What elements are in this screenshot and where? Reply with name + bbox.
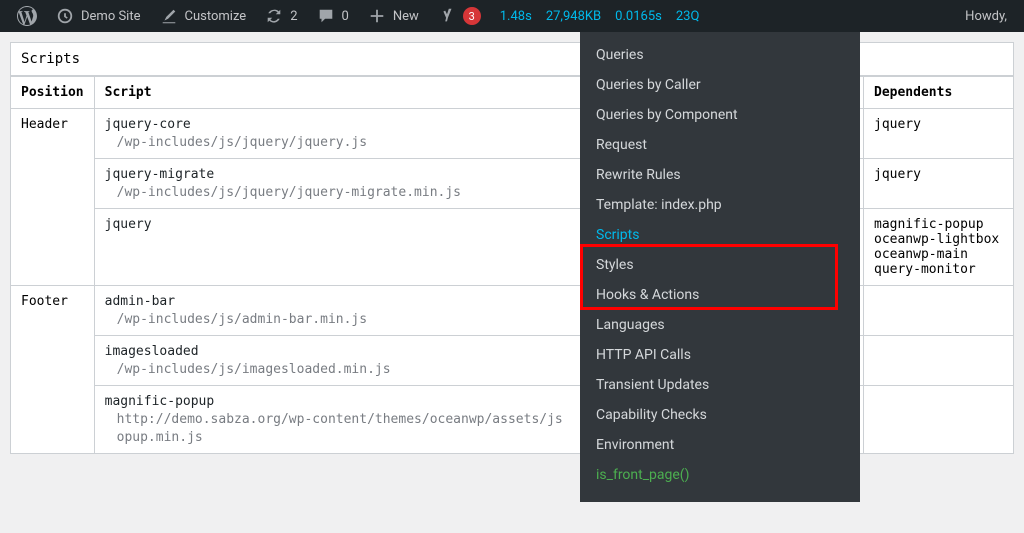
brush-icon [159, 6, 179, 26]
dependent-item: jquery [874, 167, 1003, 182]
query-monitor-dropdown: QueriesQueries by CallerQueries by Compo… [580, 32, 860, 502]
dependent-item: oceanwp-main [874, 247, 1003, 262]
dependent-item: query-monitor [874, 262, 1003, 277]
admin-bar-right: Howdy, [956, 0, 1016, 32]
script-name: imagesloaded [105, 344, 199, 359]
howdy-menu[interactable]: Howdy, [956, 0, 1016, 32]
col-position-header: Position [11, 77, 95, 109]
updates-count: 2 [290, 9, 297, 24]
dropdown-item-queries[interactable]: Queries [580, 40, 860, 70]
stat-time: 1.48s [500, 9, 532, 24]
howdy-label: Howdy, [965, 9, 1007, 24]
dependent-item: oceanwp-lightbox [874, 232, 1003, 247]
dependents-cell: jquery [864, 109, 1014, 159]
stat-queries: 23Q [676, 9, 700, 24]
dropdown-item-capability-checks[interactable]: Capability Checks [580, 400, 860, 430]
script-name: jquery-core [105, 117, 191, 132]
dropdown-item-transient-updates[interactable]: Transient Updates [580, 370, 860, 400]
table-row: magnific-popuphttp://demo.sabza.org/wp-c… [11, 386, 1014, 454]
new-content-menu[interactable]: New [358, 0, 428, 32]
dependents-cell [864, 286, 1014, 336]
dropdown-item-environment[interactable]: Environment [580, 430, 860, 460]
refresh-icon [264, 6, 284, 26]
position-cell: Footer [11, 286, 95, 454]
updates-link[interactable]: 2 [255, 0, 306, 32]
dropdown-item-queries-by-component[interactable]: Queries by Component [580, 100, 860, 130]
dashboard-icon [55, 6, 75, 26]
stat-db-time: 0.0165s [615, 9, 662, 24]
new-label: New [393, 9, 419, 24]
table-row: Footeradmin-bar/wp-includes/js/admin-bar… [11, 286, 1014, 336]
content-area: Scripts Position Script Dependents Heade… [0, 32, 1024, 464]
panel-title: Scripts [10, 42, 1014, 76]
comments-link[interactable]: 0 [307, 0, 358, 32]
dropdown-item-request[interactable]: Request [580, 130, 860, 160]
table-row: jquery-migrate/wp-includes/js/jquery/jqu… [11, 159, 1014, 209]
admin-bar: Demo Site Customize 2 0 New [0, 0, 1024, 32]
script-name: jquery-migrate [105, 167, 215, 182]
dependents-cell [864, 336, 1014, 386]
comment-icon [316, 6, 336, 26]
col-dependents-header: Dependents [864, 77, 1014, 109]
wordpress-menu[interactable] [8, 0, 46, 32]
dependents-cell: jquery [864, 159, 1014, 209]
script-name: admin-bar [105, 294, 175, 309]
dropdown-item-queries-by-caller[interactable]: Queries by Caller [580, 70, 860, 100]
script-name: jquery [105, 217, 152, 232]
dropdown-item-hooks-actions[interactable]: Hooks & Actions [580, 280, 860, 310]
query-monitor-stats[interactable]: 1.48s 27,948KB 0.0165s 23Q [490, 9, 710, 24]
dropdown-item-rewrite-rules[interactable]: Rewrite Rules [580, 160, 860, 190]
dropdown-item-template-index-php[interactable]: Template: index.php [580, 190, 860, 220]
script-name: magnific-popup [105, 394, 215, 409]
dropdown-item-styles[interactable]: Styles [580, 250, 860, 280]
site-name-label: Demo Site [81, 9, 141, 24]
table-row: Headerjquery-core/wp-includes/js/jquery/… [11, 109, 1014, 159]
yoast-icon [437, 6, 457, 26]
stat-memory: 27,948KB [546, 9, 601, 24]
dropdown-item-http-api-calls[interactable]: HTTP API Calls [580, 340, 860, 370]
table-row: imagesloaded/wp-includes/js/imagesloaded… [11, 336, 1014, 386]
yoast-badge: 3 [463, 7, 481, 25]
customize-link[interactable]: Customize [150, 0, 256, 32]
admin-bar-left: Demo Site Customize 2 0 New [8, 0, 956, 32]
dropdown-item-scripts[interactable]: Scripts [580, 220, 860, 250]
site-name-menu[interactable]: Demo Site [46, 0, 150, 32]
table-row: jquery magnific-popupoceanwp-lightboxocea… [11, 209, 1014, 286]
dependent-item: jquery [874, 117, 1003, 132]
yoast-menu[interactable]: 3 [428, 0, 490, 32]
customize-label: Customize [185, 9, 247, 24]
dependent-item: magnific-popup [874, 217, 1003, 232]
dropdown-item-is-front-page-[interactable]: is_front_page() [580, 460, 860, 490]
wordpress-icon [17, 6, 37, 26]
scripts-table: Position Script Dependents Headerjquery-… [10, 76, 1014, 454]
position-cell: Header [11, 109, 95, 286]
dependents-cell: magnific-popupoceanwp-lightboxoceanwp-ma… [864, 209, 1014, 286]
plus-icon [367, 6, 387, 26]
dropdown-item-languages[interactable]: Languages [580, 310, 860, 340]
comments-count: 0 [342, 9, 349, 24]
dependents-cell [864, 386, 1014, 454]
